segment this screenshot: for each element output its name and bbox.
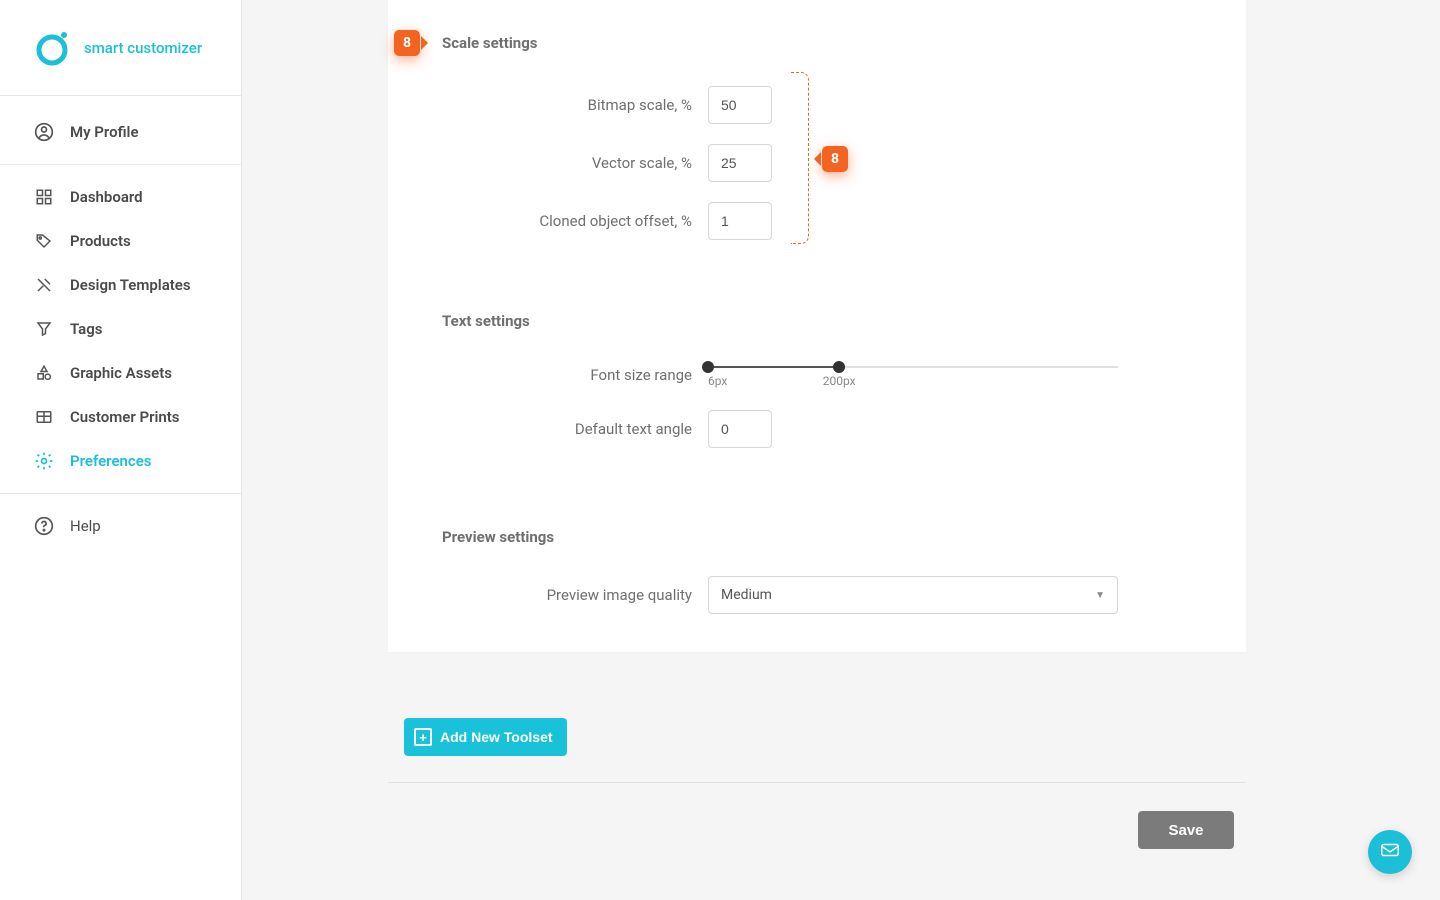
footer-divider xyxy=(388,782,1246,783)
sidebar-item-tags[interactable]: Tags xyxy=(0,307,241,351)
funnel-icon xyxy=(34,319,54,339)
sidebar-item-label: Graphic Assets xyxy=(70,364,172,382)
sidebar-item-my-profile[interactable]: My Profile xyxy=(0,110,241,154)
sidebar-item-customer-prints[interactable]: Customer Prints xyxy=(0,395,241,439)
save-button[interactable]: Save xyxy=(1138,811,1234,849)
sidebar-item-label: Products xyxy=(70,232,131,250)
sidebar-item-label: Dashboard xyxy=(70,188,143,206)
plus-square-icon: + xyxy=(414,728,432,746)
sidebar-item-help[interactable]: Help xyxy=(0,504,241,548)
select-preview-quality[interactable]: Medium ▼ xyxy=(708,576,1118,614)
sidebar-item-label: Preferences xyxy=(70,452,152,470)
label-font-size-range: Font size range xyxy=(388,366,708,384)
dashboard-icon xyxy=(34,187,54,207)
chevron-down-icon: ▼ xyxy=(1095,590,1105,601)
sidebar-item-design-templates[interactable]: Design Templates xyxy=(0,263,241,307)
sidebar-item-dashboard[interactable]: Dashboard xyxy=(0,175,241,219)
label-vector-scale: Vector scale, % xyxy=(388,154,708,172)
brand-name: smart customizer xyxy=(84,39,202,57)
font-size-range-slider[interactable]: 6px 200px xyxy=(708,360,1118,390)
input-vector-scale[interactable] xyxy=(708,144,772,182)
main-content: Scale settings Bitmap scale, % Vector sc… xyxy=(242,0,1440,900)
label-bitmap-scale: Bitmap scale, % xyxy=(388,96,708,114)
input-cloned-offset[interactable] xyxy=(708,202,772,240)
shapes-icon xyxy=(34,363,54,383)
tag-icon xyxy=(34,231,54,251)
annotation-bracket xyxy=(791,72,809,244)
annotation-callout-header: 8 xyxy=(394,30,420,56)
design-tools-icon xyxy=(34,275,54,295)
settings-panel: Scale settings Bitmap scale, % Vector sc… xyxy=(388,0,1246,652)
sidebar-item-label: Customer Prints xyxy=(70,408,180,426)
input-bitmap-scale[interactable] xyxy=(708,86,772,124)
section-title-scale: Scale settings xyxy=(388,34,1246,52)
gear-icon xyxy=(34,451,54,471)
brand-logo-icon xyxy=(34,30,70,66)
range-handle-min[interactable] xyxy=(702,361,714,373)
label-preview-quality: Preview image quality xyxy=(388,586,708,604)
annotation-callout-inputs: 8 xyxy=(822,146,848,172)
mail-icon xyxy=(1379,839,1401,865)
label-default-text-angle: Default text angle xyxy=(388,420,708,438)
sidebar-item-label: Tags xyxy=(70,320,103,338)
image-grid-icon xyxy=(34,407,54,427)
section-title-preview: Preview settings xyxy=(388,528,1246,546)
add-toolset-label: Add New Toolset xyxy=(440,729,553,745)
sidebar-item-products[interactable]: Products xyxy=(0,219,241,263)
add-new-toolset-button[interactable]: + Add New Toolset xyxy=(404,718,567,756)
select-preview-quality-value: Medium xyxy=(721,587,772,603)
help-circle-icon xyxy=(34,516,54,536)
brand-logo[interactable]: smart customizer xyxy=(0,0,241,96)
range-handle-max[interactable] xyxy=(833,361,845,373)
sidebar: smart customizer My Profile Dashboard xyxy=(0,0,242,900)
user-circle-icon xyxy=(34,122,54,142)
input-default-text-angle[interactable] xyxy=(708,410,772,448)
sidebar-divider xyxy=(0,164,241,165)
sidebar-item-label: Help xyxy=(70,517,101,535)
sidebar-item-label: My Profile xyxy=(70,123,139,141)
section-title-text: Text settings xyxy=(388,312,1246,330)
range-label-min: 6px xyxy=(708,374,727,388)
sidebar-divider xyxy=(0,493,241,494)
range-label-max: 200px xyxy=(823,374,856,388)
support-chat-button[interactable] xyxy=(1368,830,1412,874)
sidebar-item-graphic-assets[interactable]: Graphic Assets xyxy=(0,351,241,395)
sidebar-item-preferences[interactable]: Preferences xyxy=(0,439,241,483)
sidebar-item-label: Design Templates xyxy=(70,276,191,294)
label-cloned-offset: Cloned object offset, % xyxy=(388,212,708,230)
